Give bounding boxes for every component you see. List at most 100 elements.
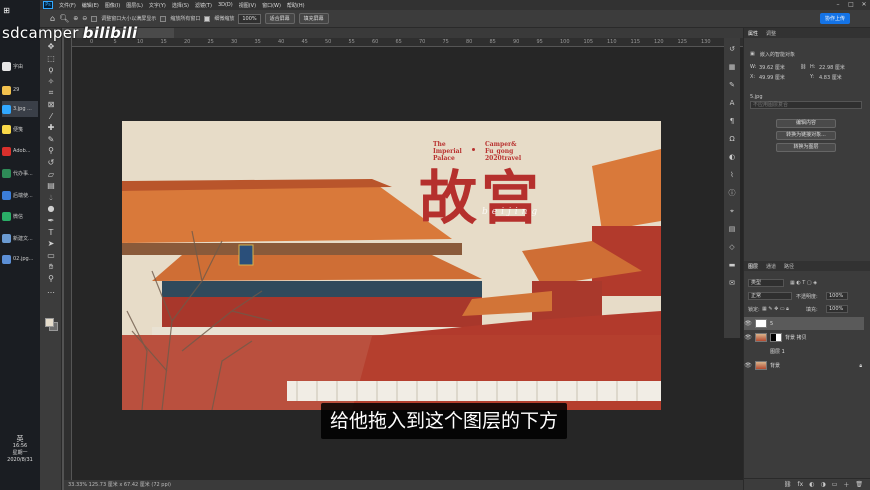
taskbar-app-5[interactable]: 代办事... bbox=[2, 165, 38, 181]
taskbar-app-2[interactable]: 3.jpg ... bbox=[2, 101, 38, 117]
edit-contents-button[interactable]: 编辑内容 bbox=[776, 119, 836, 128]
lasso-tool-icon[interactable]: ϙ bbox=[46, 65, 56, 75]
path-select-icon[interactable]: ➤ bbox=[46, 239, 56, 249]
taskbar-app-1[interactable]: 29 bbox=[2, 82, 38, 98]
new-layer-icon[interactable]: ＋ bbox=[843, 480, 849, 489]
shape-tool-icon[interactable]: ▭ bbox=[46, 251, 56, 261]
navigator-icon[interactable]: ⌖ bbox=[727, 206, 737, 216]
type-tool-icon[interactable]: T bbox=[46, 228, 56, 238]
timeline-icon[interactable]: ▬ bbox=[727, 260, 737, 270]
blur-tool-icon[interactable]: 💧︎ bbox=[46, 193, 56, 203]
lock-icons[interactable]: ▦ ✎ ✥ ▭ 🔒︎ bbox=[762, 306, 789, 312]
zoom-tool-icon[interactable]: 🔍︎ bbox=[59, 14, 69, 23]
magic-wand-icon[interactable]: ✧ bbox=[46, 77, 56, 87]
system-clock[interactable]: 英 16:56 星期一 2020/8/31 bbox=[0, 436, 40, 464]
layer-mask-thumbnail[interactable] bbox=[770, 333, 782, 342]
history-icon[interactable]: ↺ bbox=[727, 44, 737, 54]
taskbar-app-0[interactable]: 字由 bbox=[2, 58, 38, 74]
layer-comps-icon[interactable]: ▤ bbox=[727, 224, 737, 234]
menu-item-8[interactable]: 视图(V) bbox=[236, 2, 259, 9]
character-icon[interactable]: A bbox=[727, 98, 737, 108]
dodge-tool-icon[interactable]: ● bbox=[46, 204, 56, 214]
horizontal-ruler[interactable]: 0 5 10 15 20 25 30 35 40 45 50 55 60 65 70 75 80 85 90 95 10… bbox=[72, 38, 750, 47]
3d-icon[interactable]: ◇ bbox=[727, 242, 737, 252]
tab-paths[interactable]: 路径 bbox=[780, 263, 798, 270]
taskbar-app-4[interactable]: Adob... bbox=[2, 143, 38, 159]
scrubby-zoom-checkbox[interactable] bbox=[204, 15, 211, 22]
home-icon[interactable]: ⌂ bbox=[50, 14, 55, 23]
menu-item-2[interactable]: 图像(I) bbox=[102, 2, 123, 9]
ime-indicator[interactable]: 英 bbox=[0, 436, 40, 443]
menu-item-1[interactable]: 编辑(E) bbox=[79, 2, 102, 9]
minimize-button[interactable]: – bbox=[832, 0, 844, 10]
filter-icons[interactable]: ▦ ◐ T ▢ ◈ bbox=[790, 280, 817, 286]
taskbar-app-7[interactable]: 微信 bbox=[2, 208, 38, 224]
y-value[interactable]: 4.83 厘米 bbox=[819, 74, 842, 81]
layer-row[interactable]: 👁︎ 5 bbox=[744, 317, 864, 330]
paths-icon[interactable]: ⌇ bbox=[727, 170, 737, 180]
menu-item-7[interactable]: 3D(D) bbox=[215, 2, 236, 9]
more-tools-icon[interactable]: … bbox=[46, 286, 56, 296]
trash-icon[interactable]: 🗑︎ bbox=[855, 481, 863, 488]
adjust-icon[interactable]: ◑ bbox=[820, 481, 825, 488]
zoom-in-icon[interactable]: ⊕ bbox=[73, 15, 78, 22]
adjust-icon[interactable]: ◐ bbox=[727, 152, 737, 162]
info-icon[interactable]: ⓘ bbox=[727, 188, 737, 198]
menu-item-5[interactable]: 选择(S) bbox=[169, 2, 192, 9]
gradient-tool-icon[interactable]: ▤ bbox=[46, 181, 56, 191]
fx-icon[interactable]: fx bbox=[798, 481, 804, 488]
move-tool-icon[interactable]: ✥ bbox=[46, 42, 56, 52]
layer-comp-select[interactable]: 不应用图层复合 bbox=[750, 101, 862, 109]
taskbar-app-8[interactable]: 新建文... bbox=[2, 230, 38, 246]
width-value[interactable]: 39.62 厘米 bbox=[759, 64, 785, 71]
convert-to-layers-button[interactable]: 转换为图层 bbox=[776, 143, 836, 152]
clone-stamp-icon[interactable]: ⚲ bbox=[46, 146, 56, 156]
visibility-eye-icon[interactable]: 👁︎ bbox=[744, 334, 752, 341]
foreground-color-swatch[interactable] bbox=[45, 318, 54, 327]
maximize-button[interactable]: □ bbox=[845, 0, 857, 10]
swatch-icon[interactable]: ▦ bbox=[727, 62, 737, 72]
visibility-eye-icon[interactable]: 👁︎ bbox=[744, 320, 752, 327]
fill-field[interactable]: 100% bbox=[826, 305, 848, 313]
hand-tool-icon[interactable]: ✋︎ bbox=[46, 262, 56, 272]
artwork-canvas[interactable]: The Imperial Palace Camper& Fu_gong 2020… bbox=[122, 121, 661, 410]
tab-layers[interactable]: 图层 bbox=[744, 263, 762, 270]
taskbar-app-6[interactable]: 后端使... bbox=[2, 187, 38, 203]
glyphs-icon[interactable]: Ω bbox=[727, 134, 737, 144]
menu-item-10[interactable]: 帮助(H) bbox=[284, 2, 308, 9]
zoom-value-field[interactable]: 100% bbox=[238, 13, 261, 24]
marquee-tool-icon[interactable]: ⬚ bbox=[46, 54, 56, 64]
layer-row[interactable]: 👁︎ 背景 拷贝 bbox=[744, 331, 864, 344]
tab-properties[interactable]: 属性 bbox=[744, 30, 762, 37]
healing-brush-icon[interactable]: ✚ bbox=[46, 123, 56, 133]
height-value[interactable]: 22.98 厘米 bbox=[819, 64, 845, 71]
start-button[interactable]: ⊞ bbox=[2, 2, 38, 18]
brush-settings-icon[interactable]: ✎ bbox=[727, 80, 737, 90]
x-value[interactable]: 49.99 厘米 bbox=[759, 74, 785, 81]
convert-to-linked-button[interactable]: 转换为链接对象... bbox=[776, 131, 836, 140]
taskbar-app-9[interactable]: 02.jpg... bbox=[2, 251, 38, 267]
opacity-field[interactable]: 100% bbox=[826, 292, 848, 300]
vertical-ruler[interactable] bbox=[64, 38, 72, 480]
link-icon[interactable]: ⛓ bbox=[784, 481, 792, 488]
notes-icon[interactable]: ✉ bbox=[727, 278, 737, 288]
link-proportions-icon[interactable]: ⛓ bbox=[800, 64, 806, 70]
menu-item-0[interactable]: 文件(F) bbox=[56, 2, 79, 9]
eraser-tool-icon[interactable]: ▱ bbox=[46, 170, 56, 180]
mask-icon[interactable]: ◐ bbox=[809, 481, 814, 488]
menu-item-6[interactable]: 滤镜(T) bbox=[192, 2, 215, 9]
pen-tool-icon[interactable]: ✒ bbox=[46, 216, 56, 226]
zoom-out-icon[interactable]: ⊖ bbox=[82, 15, 87, 22]
tab-adjustments[interactable]: 调整 bbox=[762, 30, 780, 37]
visibility-eye-icon[interactable]: 👁︎ bbox=[744, 362, 752, 369]
zoom-tool-icon[interactable]: ⚲ bbox=[46, 274, 56, 284]
brush-tool-icon[interactable]: ✎ bbox=[46, 135, 56, 145]
crop-tool-icon[interactable]: ⌗ bbox=[46, 88, 56, 98]
taskbar-app-3[interactable]: 便笺 bbox=[2, 121, 38, 137]
lock-icon[interactable]: 🔒︎ bbox=[859, 363, 862, 369]
menu-item-9[interactable]: 窗口(W) bbox=[259, 2, 284, 9]
menu-item-3[interactable]: 图层(L) bbox=[123, 2, 146, 9]
share-button[interactable]: 协作上传 bbox=[819, 13, 850, 24]
zoom-all-checkbox[interactable] bbox=[160, 15, 167, 22]
layer-row[interactable]: 图层 1 bbox=[744, 345, 864, 358]
